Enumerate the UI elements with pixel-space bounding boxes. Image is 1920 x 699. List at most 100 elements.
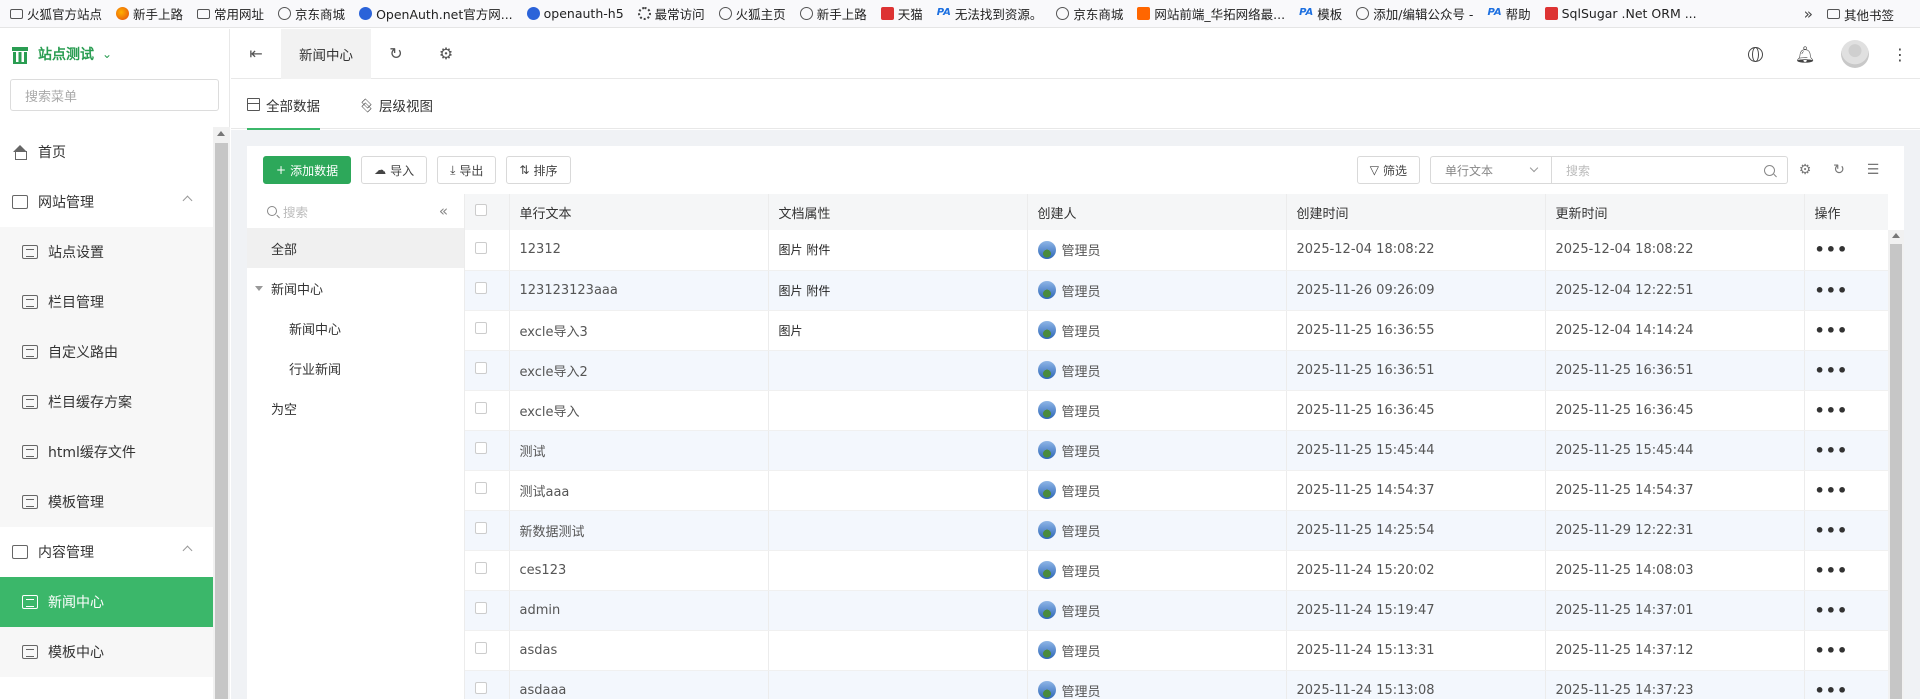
search-icon[interactable] xyxy=(1764,165,1775,176)
table-row[interactable]: ces123 管理员 2025-11-24 15:20:02 2025-11-25 1… xyxy=(465,550,1888,591)
sidebar-item[interactable]: 模板中心 xyxy=(0,627,213,677)
table-row[interactable]: 12312 图片 附件 管理员 2025-12-04 18:08:22 2025-12-… xyxy=(465,230,1888,271)
tab-hierarchy-view[interactable]: 层级视图 xyxy=(360,80,433,129)
export-button[interactable]: ⤓ 导出 xyxy=(437,156,497,184)
bookmark-item[interactable]: 火狐主页 xyxy=(718,4,786,23)
bell-icon[interactable]: 🔔︎ xyxy=(1780,45,1830,64)
row-checkbox[interactable] xyxy=(465,230,510,271)
bookmark-item[interactable]: 新手上路 xyxy=(799,4,867,23)
table-row[interactable]: asdas 管理员 2025-11-24 15:13:31 2025-11-25 14… xyxy=(465,630,1888,671)
tree-node[interactable]: 为空 xyxy=(247,388,464,428)
bookmark-item[interactable]: PA 模板 xyxy=(1299,4,1342,23)
cell-actions[interactable]: ••• xyxy=(1804,670,1888,699)
settings-icon[interactable]: ⚙ xyxy=(1788,162,1822,178)
chevron-more-icon[interactable]: » xyxy=(1804,5,1813,23)
more-vertical-icon[interactable]: ⋮ xyxy=(1880,45,1920,64)
more-actions-icon[interactable]: ••• xyxy=(1815,321,1849,340)
bookmark-item[interactable]: PA 无法找到资源。 xyxy=(937,4,1043,23)
collapse-menu-icon[interactable]: ⇤ xyxy=(231,44,281,63)
row-checkbox[interactable] xyxy=(465,310,510,351)
more-actions-icon[interactable]: ••• xyxy=(1815,401,1849,420)
bookmark-item[interactable]: 京东商城 xyxy=(1056,4,1123,23)
row-checkbox[interactable] xyxy=(465,430,510,471)
table-row[interactable]: 测试 管理员 2025-11-25 15:45:44 2025-11-25 15:45… xyxy=(465,430,1888,471)
more-actions-icon[interactable]: ••• xyxy=(1815,641,1849,660)
sidebar-item[interactable]: 模板管理 xyxy=(0,477,213,527)
cell-actions[interactable]: ••• xyxy=(1804,390,1888,431)
row-checkbox[interactable] xyxy=(465,350,510,391)
table-row[interactable]: 测试aaa 管理员 2025-11-25 14:54:37 2025-11-25 14… xyxy=(465,470,1888,511)
cell-actions[interactable]: ••• xyxy=(1804,590,1888,631)
cell-actions[interactable]: ••• xyxy=(1804,470,1888,511)
gear-icon[interactable]: ⚙ xyxy=(421,44,471,63)
filter-button[interactable]: ▽ 筛选 xyxy=(1356,156,1420,184)
bookmark-item[interactable]: 常用网址 xyxy=(197,4,264,23)
row-checkbox[interactable] xyxy=(465,670,510,699)
row-checkbox[interactable] xyxy=(465,270,510,311)
sidebar-item[interactable]: 网站管理 xyxy=(0,177,213,227)
sidebar-item[interactable]: 自定义路由 xyxy=(0,327,213,377)
tree-search-input[interactable]: 搜索 « xyxy=(247,194,464,228)
sidebar-item[interactable]: 首页 xyxy=(0,127,213,177)
select-all-checkbox[interactable] xyxy=(465,194,510,230)
site-switcher[interactable]: 站点测试 ⌄ xyxy=(0,29,229,79)
search-field-select[interactable]: 单行文本 xyxy=(1430,156,1552,184)
more-actions-icon[interactable]: ••• xyxy=(1815,361,1849,380)
bookmark-item[interactable]: 京东商城 xyxy=(278,4,345,23)
cell-actions[interactable]: ••• xyxy=(1804,270,1888,311)
more-actions-icon[interactable]: ••• xyxy=(1815,521,1849,540)
table-row[interactable]: 123123123aaa 图片 附件 管理员 2025-11-26 09:26:09 2… xyxy=(465,270,1888,311)
sidebar-item[interactable]: 站点设置 xyxy=(0,227,213,277)
table-row[interactable]: excle导入3 图片 管理员 2025-11-25 16:36:55 2025-12-… xyxy=(465,310,1888,351)
sidebar-scrollbar[interactable] xyxy=(213,127,230,699)
more-actions-icon[interactable]: ••• xyxy=(1815,561,1849,580)
sidebar-item[interactable]: 栏目缓存方案 xyxy=(0,377,213,427)
column-header[interactable]: 创建人 xyxy=(1027,194,1287,230)
more-actions-icon[interactable]: ••• xyxy=(1815,481,1849,500)
more-actions-icon[interactable]: ••• xyxy=(1815,441,1849,460)
import-button[interactable]: ☁︎ 导入 xyxy=(361,156,428,184)
refresh-icon[interactable]: ↻ xyxy=(1822,162,1856,178)
more-actions-icon[interactable]: ••• xyxy=(1815,681,1849,699)
tab-all-data[interactable]: 全部数据 xyxy=(247,80,320,130)
bookmark-item[interactable]: 天猫 xyxy=(880,4,923,23)
column-settings-icon[interactable]: ☰ xyxy=(1856,162,1890,178)
more-actions-icon[interactable]: ••• xyxy=(1815,601,1849,620)
cell-actions[interactable]: ••• xyxy=(1804,350,1888,391)
table-scrollbar[interactable] xyxy=(1888,230,1904,699)
column-header[interactable]: 单行文本 xyxy=(509,194,769,230)
table-row[interactable]: excle导入 管理员 2025-11-25 16:36:45 2025-11-25 … xyxy=(465,390,1888,431)
table-row[interactable]: excle导入2 管理员 2025-11-25 16:36:51 2025-11-25… xyxy=(465,350,1888,391)
user-avatar[interactable] xyxy=(1830,40,1880,68)
cell-actions[interactable]: ••• xyxy=(1804,430,1888,471)
more-actions-icon[interactable]: ••• xyxy=(1815,240,1849,259)
table-row[interactable]: asdaaa 管理员 2025-11-24 15:13:08 2025-11-25 1… xyxy=(465,670,1888,699)
language-globe-icon[interactable] xyxy=(1730,46,1780,62)
tree-node[interactable]: 新闻中心 xyxy=(247,268,464,308)
bookmark-item[interactable]: 火狐官方站点 xyxy=(10,4,102,23)
collapse-tree-icon[interactable]: « xyxy=(439,202,448,220)
row-checkbox[interactable] xyxy=(465,510,510,551)
refresh-icon[interactable]: ↻ xyxy=(371,44,421,63)
sidebar-item[interactable]: 栏目管理 xyxy=(0,277,213,327)
more-actions-icon[interactable]: ••• xyxy=(1815,281,1849,300)
add-data-button[interactable]: + 添加数据 xyxy=(263,156,352,184)
tree-node[interactable]: 行业新闻 xyxy=(247,348,464,388)
row-checkbox[interactable] xyxy=(465,550,510,591)
bookmark-other[interactable]: 其他书签 xyxy=(1826,5,1894,24)
row-checkbox[interactable] xyxy=(465,630,510,671)
bookmark-item[interactable]: PA 帮助 xyxy=(1487,4,1530,23)
table-row[interactable]: 新数据测试 管理员 2025-11-25 14:25:54 2025-11-29 12… xyxy=(465,510,1888,551)
sidebar-item[interactable]: html缓存文件 xyxy=(0,427,213,477)
cell-actions[interactable]: ••• xyxy=(1804,510,1888,551)
column-header[interactable]: 更新时间 xyxy=(1545,194,1805,230)
bookmark-item[interactable]: openauth-h5 xyxy=(526,6,624,21)
tree-node[interactable]: 新闻中心 xyxy=(247,308,464,348)
sidebar-item[interactable]: 内容管理 xyxy=(0,527,213,577)
bookmark-item[interactable]: OpenAuth.net官方网... xyxy=(359,4,513,23)
tree-node[interactable]: 全部 xyxy=(247,228,464,268)
row-checkbox[interactable] xyxy=(465,470,510,511)
tab-news-center[interactable]: 新闻中心 xyxy=(281,28,371,79)
bookmark-item[interactable]: 新手上路 xyxy=(116,4,183,23)
cell-actions[interactable]: ••• xyxy=(1804,550,1888,591)
